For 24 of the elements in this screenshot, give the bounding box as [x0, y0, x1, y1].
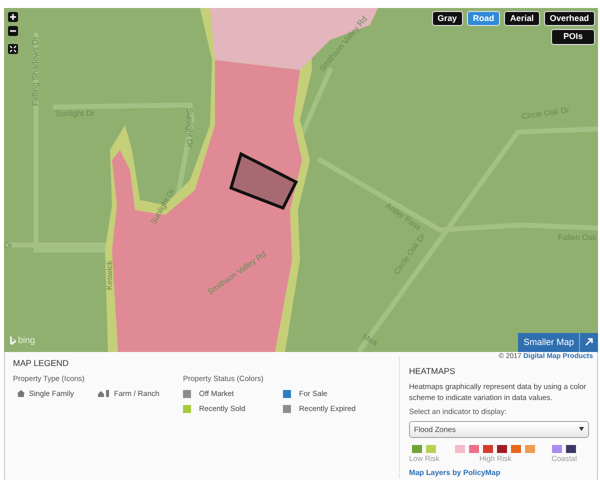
map-type-button[interactable]: Aerial — [504, 11, 540, 26]
property-outline — [229, 152, 298, 210]
map-type-button[interactable]: Overhead — [544, 11, 595, 26]
house-icon — [17, 390, 25, 398]
map-type-button[interactable]: Gray — [432, 11, 463, 26]
street-label: Keswick — [105, 260, 114, 290]
bing-logo-icon — [10, 336, 16, 345]
caret-icon — [579, 427, 584, 432]
street-label: Mea — [361, 332, 379, 348]
arrow-icon — [585, 338, 593, 346]
legend-title: MAP LEGEND — [13, 357, 70, 370]
zoom-out-icon[interactable] — [8, 26, 18, 36]
attribution-text: bing — [18, 334, 36, 347]
smaller-map-button[interactable]: Smaller Map — [518, 332, 579, 352]
section-heading: HEATMAPS — [409, 365, 456, 378]
expand-button[interactable] — [580, 332, 598, 352]
zoom-in-icon[interactable] — [8, 12, 18, 22]
map-type-button[interactable]: Road — [466, 11, 500, 26]
street-label: Falling Shadows Dr — [31, 36, 40, 106]
fullscreen-icon[interactable] — [8, 44, 18, 54]
street-label: Dr — [4, 241, 12, 250]
pois-button[interactable]: POIs — [551, 29, 595, 45]
street-label: Sunlight Dr — [185, 108, 194, 148]
barn-icon — [98, 390, 110, 398]
